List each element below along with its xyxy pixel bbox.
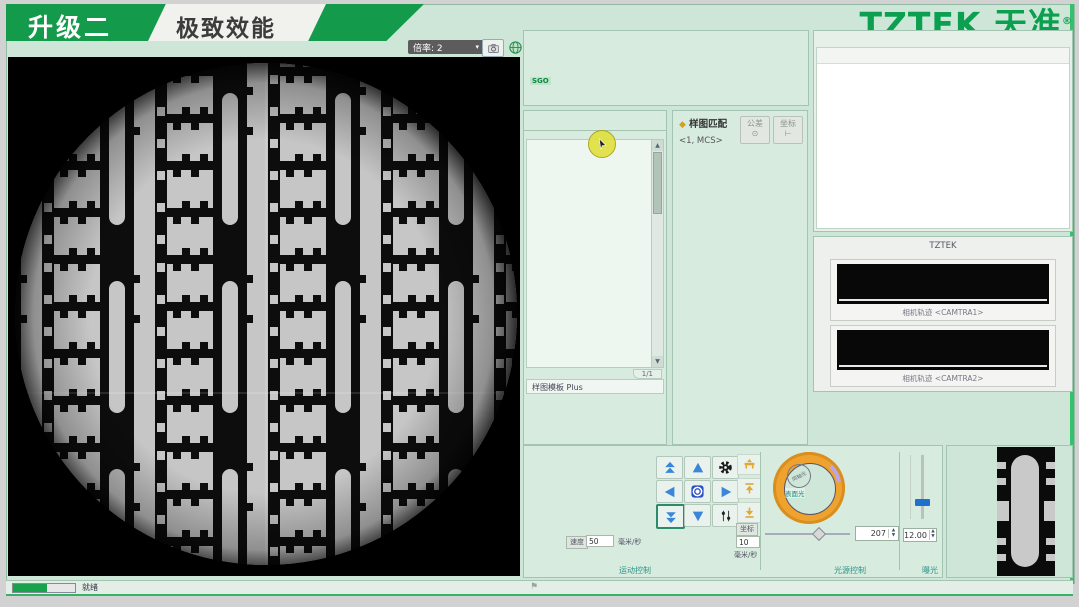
trajectory-title: TZTEK <box>814 237 1072 251</box>
camera-preview-panel[interactable] <box>946 445 1073 578</box>
template-footer[interactable]: 样图模板 Plus <box>526 379 664 394</box>
joystick-config-button[interactable] <box>712 504 739 527</box>
banner-subtitle: 极致效能 <box>176 9 276 43</box>
camera-trajectory-1[interactable]: 相机轨迹 <CAMTRA1> <box>830 259 1056 321</box>
trajectory-caption-2: 相机轨迹 <CAMTRA2> <box>831 373 1055 384</box>
registered-mark: ® <box>1062 16 1073 27</box>
coords-button[interactable]: 坐标⊢ <box>773 116 803 144</box>
snapshot-button[interactable] <box>482 39 504 57</box>
status-bar: 就绪 ⚑ <box>6 580 1073 596</box>
sgo-badge: SGO <box>530 77 551 85</box>
coaxial-light-label: 同轴光 <box>791 469 808 482</box>
trajectory-caption-1: 相机轨迹 <CAMTRA1> <box>831 307 1055 318</box>
jog-z-down-fast-button[interactable] <box>656 504 685 529</box>
app-window: 升级二 极致效能 TZTEK 天准® 倍率: 2 ▾ <box>0 0 1079 607</box>
template-params-panel: ◆ 样图匹配 <1, MCS> 公差⊙ 坐标⊢ <box>672 110 808 445</box>
exposure-scale <box>910 455 911 519</box>
light-intensity-slider[interactable] <box>765 533 850 535</box>
trajectory-panel: TZTEK 相机轨迹 <CAMTRA1> 相机轨迹 <CAMTRA2> <box>813 236 1073 392</box>
jog-stop-button[interactable] <box>684 480 711 503</box>
template-icon: ◆ <box>679 120 686 130</box>
jog-down-button[interactable] <box>684 504 711 527</box>
exposure-caption: 曝光 <box>922 565 938 576</box>
gear-icon <box>718 460 733 475</box>
stage-up-button[interactable] <box>737 478 761 499</box>
feature-list-scrollbar[interactable]: ▲ ▼ <box>651 139 664 368</box>
flag-icon: ⚑ <box>530 582 538 592</box>
magnification-value: 倍率: 2 <box>413 41 443 54</box>
chevron-down-icon: ▾ <box>475 43 479 51</box>
results-panel <box>813 30 1073 232</box>
jog-right-button[interactable] <box>712 480 739 503</box>
template-title: 样图匹配 <box>689 119 727 130</box>
stage-top-button[interactable] <box>737 454 761 475</box>
z-speed-input[interactable]: 10 <box>736 536 760 548</box>
measure-tools-toolbar <box>524 31 808 39</box>
mouse-cursor-highlight <box>588 130 616 158</box>
exposure-spinner[interactable]: 12.00 ▲▼ <box>903 528 937 542</box>
feature-pager: 1/1 <box>633 369 662 379</box>
light-value: 207 <box>856 529 888 538</box>
scroll-up-icon[interactable]: ▲ <box>652 140 663 151</box>
scroll-down-icon[interactable]: ▼ <box>652 356 663 367</box>
magnification-dropdown[interactable]: 倍率: 2 ▾ <box>408 40 484 54</box>
spinner-arrows-icon[interactable]: ▲▼ <box>929 530 936 540</box>
motion-caption: 运动控制 <box>619 565 651 576</box>
exposure-slider[interactable] <box>921 455 924 519</box>
jog-up-button[interactable] <box>684 456 711 479</box>
template-header: ◆ 样图匹配 <1, MCS> 公差⊙ 坐标⊢ <box>673 111 807 148</box>
globe-icon[interactable] <box>506 39 524 55</box>
stop-icon <box>690 484 705 499</box>
features-toolbar <box>524 111 666 131</box>
jog-settings-button[interactable] <box>712 456 739 479</box>
template-subtitle: <1, MCS> <box>679 136 737 146</box>
light-ring-control[interactable]: 同轴光 表面光 <box>773 452 845 524</box>
tolerance-icon: ⊙ <box>752 129 759 138</box>
camera-viewport[interactable] <box>8 57 520 576</box>
results-table <box>816 47 1070 229</box>
coords-icon: ⊢ <box>785 129 792 138</box>
viewer-toolbar: 倍率: 2 ▾ <box>8 40 522 57</box>
jog-z-up-fast-button[interactable] <box>656 456 683 479</box>
light-caption: 光源控制 <box>834 565 866 576</box>
divider <box>899 452 900 570</box>
jog-left-button[interactable] <box>656 480 683 503</box>
cursor-icon <box>596 138 609 151</box>
measure-tools-panel: SGO <box>523 30 809 106</box>
speed-input[interactable]: 50 <box>586 535 614 547</box>
camera-trajectory-2[interactable]: 相机轨迹 <CAMTRA2> <box>830 325 1056 387</box>
feature-list <box>526 139 654 368</box>
stage-down-button[interactable] <box>737 502 761 523</box>
results-table-header <box>817 48 1069 64</box>
surface-light-label: 表面光 <box>785 488 805 498</box>
speed-button[interactable]: 速度 <box>566 536 588 549</box>
scrollbar-thumb[interactable] <box>653 152 662 214</box>
results-tabs <box>814 31 1072 33</box>
status-text: 就绪 <box>82 582 98 593</box>
tuner-icon <box>719 509 733 523</box>
divider <box>760 452 761 570</box>
motion-light-panel: 速度 50 毫米/秒 坐标 10 毫米/秒 运动控制 光源控制 曝光 <box>523 445 943 578</box>
progress-bar <box>12 583 76 593</box>
spinner-arrows-icon[interactable]: ▲▼ <box>888 529 898 539</box>
z-speed-unit: 毫米/秒 <box>734 550 757 560</box>
features-panel: ▲ ▼ 1/1 样图模板 Plus <box>523 110 667 445</box>
progress-fill <box>13 584 47 592</box>
trajectory-strip-2 <box>837 330 1049 370</box>
trajectory-strip-1 <box>837 264 1049 304</box>
banner-badge: 升级二 <box>28 8 112 44</box>
tolerance-button[interactable]: 公差⊙ <box>740 116 770 144</box>
z-mode-button[interactable]: 坐标 <box>736 523 758 536</box>
speed-unit: 毫米/秒 <box>618 537 641 547</box>
exposure-value: 12.00 <box>904 531 929 540</box>
exposure-handle[interactable] <box>915 499 930 506</box>
light-value-spinner[interactable]: 207 ▲▼ <box>855 526 899 541</box>
